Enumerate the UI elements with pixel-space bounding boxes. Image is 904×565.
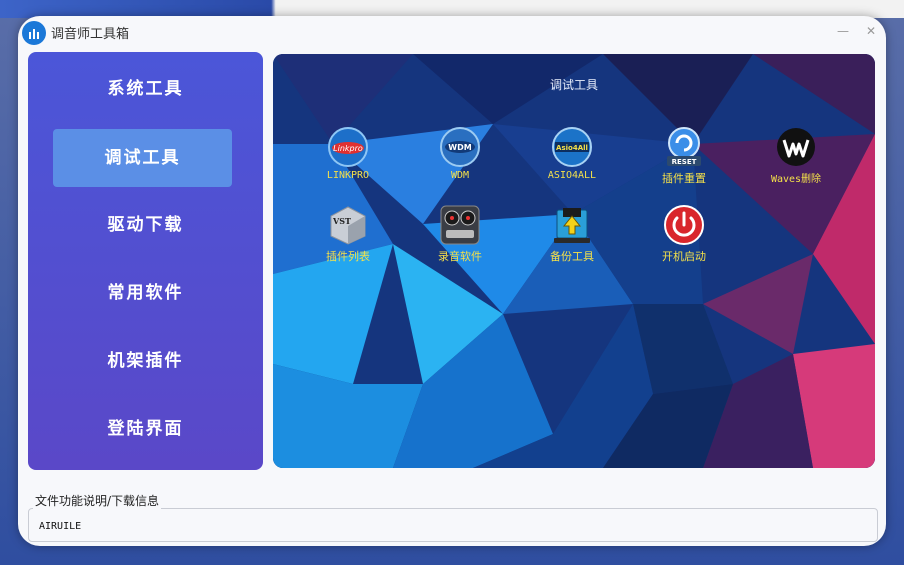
tool-label: 开机启动	[662, 250, 706, 263]
tool-plugin-list[interactable]: VST 插件列表	[293, 204, 403, 264]
app-logo-icon	[22, 21, 46, 45]
tool-label: ASIO4ALL	[547, 170, 597, 181]
info-text: AIRUILE	[39, 521, 82, 532]
sidebar-item-common-software[interactable]: 常用软件	[28, 264, 263, 322]
window-title: 调音师工具箱	[51, 27, 130, 42]
title-bar: 调音师工具箱 — ✕	[18, 16, 886, 50]
tool-recording-software[interactable]: 录音软件	[405, 204, 515, 264]
info-legend: 文件功能说明/下载信息	[33, 492, 162, 509]
waves-icon	[775, 126, 817, 168]
reset-icon: RESET	[663, 126, 705, 168]
tape-recorder-icon	[439, 204, 481, 246]
tool-plugin-reset[interactable]: RESET 插件重置	[629, 126, 739, 186]
linkpro-icon: Linkpro	[327, 126, 369, 168]
tool-waves-remove[interactable]: Waves删除	[741, 126, 851, 185]
svg-text:WDM: WDM	[448, 143, 471, 152]
tool-linkpro[interactable]: Linkpro LINKPRO	[293, 126, 403, 181]
sidebar: 系统工具 调试工具 驱动下载 常用软件 机架插件 登陆界面	[28, 52, 263, 470]
sidebar-item-login[interactable]: 登陆界面	[28, 400, 263, 458]
backup-icon	[551, 204, 593, 246]
tool-backup[interactable]: 备份工具	[517, 204, 627, 264]
info-section: 文件功能说明/下载信息 AIRUILE	[28, 492, 878, 542]
tool-label: Waves删除	[770, 174, 822, 185]
sidebar-item-rack-plugins[interactable]: 机架插件	[28, 332, 263, 390]
sidebar-item-system-tools[interactable]: 系统工具	[28, 60, 263, 118]
tool-asio4all[interactable]: Asio4All ASIO4ALL	[517, 126, 627, 181]
tool-label: WDM	[450, 170, 470, 181]
tool-wdm[interactable]: WDM WDM	[405, 126, 515, 181]
panel-title: 调试工具	[549, 78, 598, 92]
sidebar-item-driver-download[interactable]: 驱动下载	[28, 196, 263, 254]
minimize-button[interactable]: —	[836, 24, 850, 38]
svg-text:Linkpro: Linkpro	[333, 144, 363, 153]
tool-label: 录音软件	[438, 250, 482, 263]
asio4all-icon: Asio4All	[551, 126, 593, 168]
sidebar-item-debug-tools[interactable]: 调试工具	[53, 129, 232, 187]
tools-panel: 调试工具 Linkpro LINKPRO WDM WDM Asio4All AS…	[273, 54, 875, 468]
wdm-icon: WDM	[439, 126, 481, 168]
close-button[interactable]: ✕	[864, 24, 878, 38]
tool-label: 备份工具	[550, 250, 594, 263]
tool-startup[interactable]: 开机启动	[629, 204, 739, 264]
app-window: 调音师工具箱 — ✕ 系统工具 调试工具 驱动下载 常用软件 机架插件 登陆界面	[18, 16, 886, 546]
info-groupbox: 文件功能说明/下载信息 AIRUILE	[28, 492, 878, 542]
svg-text:Asio4All: Asio4All	[556, 144, 588, 152]
svg-text:VST: VST	[332, 216, 351, 226]
vst-icon: VST	[327, 204, 369, 246]
tool-label: 插件列表	[326, 250, 370, 263]
svg-text:RESET: RESET	[672, 158, 697, 166]
power-icon	[663, 204, 705, 246]
tool-label: 插件重置	[662, 172, 706, 185]
tool-label: LINKPRO	[326, 170, 370, 181]
